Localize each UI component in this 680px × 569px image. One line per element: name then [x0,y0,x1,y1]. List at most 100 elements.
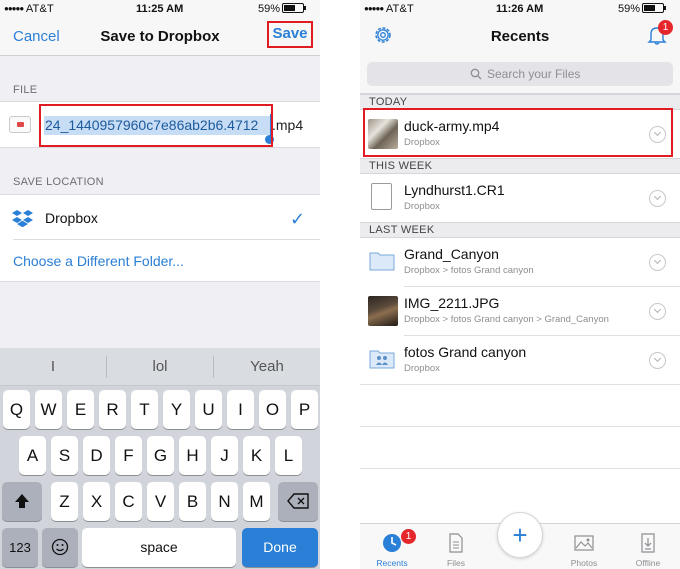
nav-bar: Cancel Save to Dropbox Save [0,18,320,56]
key-x[interactable]: X [83,482,110,521]
key-f[interactable]: F [115,436,142,475]
highlight-box-filename [39,104,273,147]
shift-arrow-icon [15,494,29,508]
suggestion-1[interactable]: I [0,358,106,375]
key-c[interactable]: C [115,482,142,521]
location-dropbox-row[interactable]: Dropbox ✓ [0,195,320,239]
shift-key[interactable] [2,482,42,521]
battery-icon [282,3,307,13]
recents-badge: 1 [401,529,416,544]
save-button[interactable]: Save [267,21,313,48]
offline-download-icon [641,533,655,553]
key-b[interactable]: B [179,482,206,521]
key-o[interactable]: O [259,390,286,429]
key-w[interactable]: W [35,390,62,429]
key-r[interactable]: R [99,390,126,429]
delete-key[interactable] [278,482,318,521]
folder-icon [369,252,395,271]
key-l[interactable]: L [275,436,302,475]
tab-offline[interactable]: Offline [616,524,680,569]
file-extension: .mp4 [272,117,304,133]
emoji-key[interactable] [42,528,78,567]
search-icon [470,68,482,80]
clock-icon [383,534,401,552]
file-path: Dropbox > fotos Grand canyon [404,265,534,276]
chevron-down-icon[interactable] [649,303,666,320]
nav-bar: Recents 1 [360,18,680,56]
save-location-label: SAVE LOCATION [13,176,104,188]
page-title: Recents [490,28,550,45]
chevron-down-icon[interactable] [649,254,666,271]
carrier-label: AT&T [25,3,54,15]
suggestion-3[interactable]: Yeah [214,358,320,375]
status-time: 11:26 AM [496,3,544,15]
tab-photos[interactable]: Photos [552,524,616,569]
search-placeholder: Search your Files [487,67,581,81]
status-time: 11:25 AM [136,3,184,15]
add-button[interactable]: + [497,512,543,558]
file-row-lyndhurst[interactable]: Lyndhurst1.CR1 Dropbox [360,174,680,222]
video-file-icon [9,116,31,133]
file-name: IMG_2211.JPG [404,295,500,311]
file-row-fotos-grand-canyon[interactable]: fotos Grand canyon Dropbox [360,336,680,384]
tab-files[interactable]: Files [424,524,488,569]
key-m[interactable]: M [243,482,270,521]
file-path: Dropbox > fotos Grand canyon > Grand_Can… [404,314,609,325]
save-location-group: Dropbox ✓ Choose a Different Folder... [0,194,320,282]
status-bar: ●●●●● AT&T 11:25 AM 59% [0,0,320,18]
key-g[interactable]: G [147,436,174,475]
key-h[interactable]: H [179,436,206,475]
key-k[interactable]: K [243,436,270,475]
document-icon [449,533,463,553]
file-row-grand-canyon[interactable]: Grand_Canyon Dropbox > fotos Grand canyo… [360,238,680,286]
choose-different-folder-link[interactable]: Choose a Different Folder... [13,253,184,269]
file-path: Dropbox [404,363,440,374]
status-bar: ●●●●● AT&T 11:26 AM 59% [360,0,680,18]
suggestion-2[interactable]: lol [107,358,213,375]
photo-icon [574,535,594,551]
key-j[interactable]: J [211,436,238,475]
key-p[interactable]: P [291,390,318,429]
key-i[interactable]: I [227,390,254,429]
key-t[interactable]: T [131,390,158,429]
battery-icon [642,3,667,13]
carrier-label: AT&T [385,3,414,15]
signal-icon: ●●●●● [364,4,384,13]
key-e[interactable]: E [67,390,94,429]
file-name: fotos Grand canyon [404,344,527,360]
dropbox-icon [12,210,33,227]
file-name: Grand_Canyon [404,246,499,262]
search-area: Search your Files [360,56,680,94]
key-n[interactable]: N [211,482,238,521]
chevron-down-icon[interactable] [649,352,666,369]
group-header-this-week: THIS WEEK [360,158,680,174]
checkmark-icon: ✓ [290,209,306,229]
search-input[interactable]: Search your Files [367,62,673,86]
shared-folder-icon [369,350,395,369]
file-row-img-2211[interactable]: IMG_2211.JPG Dropbox > fotos Grand canyo… [360,287,680,335]
notification-badge: 1 [658,20,673,35]
file-name: Lyndhurst1.CR1 [404,182,505,198]
tab-recents[interactable]: 1 Recents [360,524,424,569]
key-z[interactable]: Z [51,482,78,521]
key-y[interactable]: Y [163,390,190,429]
key-u[interactable]: U [195,390,222,429]
numbers-key[interactable]: 123 [2,528,38,567]
save-to-dropbox-screen: ●●●●● AT&T 11:25 AM 59% Cancel Save to D… [0,0,320,569]
key-q[interactable]: Q [3,390,30,429]
space-key[interactable]: space [82,528,236,567]
signal-icon: ●●●●● [4,4,24,13]
file-icon [371,183,392,210]
file-path: Dropbox [404,201,440,212]
key-d[interactable]: D [83,436,110,475]
done-key[interactable]: Done [242,528,318,567]
choose-folder-row[interactable]: Choose a Different Folder... [0,239,320,283]
file-section-label: FILE [13,84,38,96]
chevron-down-icon[interactable] [649,190,666,207]
battery-percent: 59% [258,3,281,15]
key-s[interactable]: S [51,436,78,475]
keyboard: I lol Yeah QWERTYUIOP ASDFGHJKL ZXCVBNM … [0,348,320,569]
key-v[interactable]: V [147,482,174,521]
key-a[interactable]: A [19,436,46,475]
recents-screen: ●●●●● AT&T 11:26 AM 59% Recents 1 Search… [360,0,680,569]
